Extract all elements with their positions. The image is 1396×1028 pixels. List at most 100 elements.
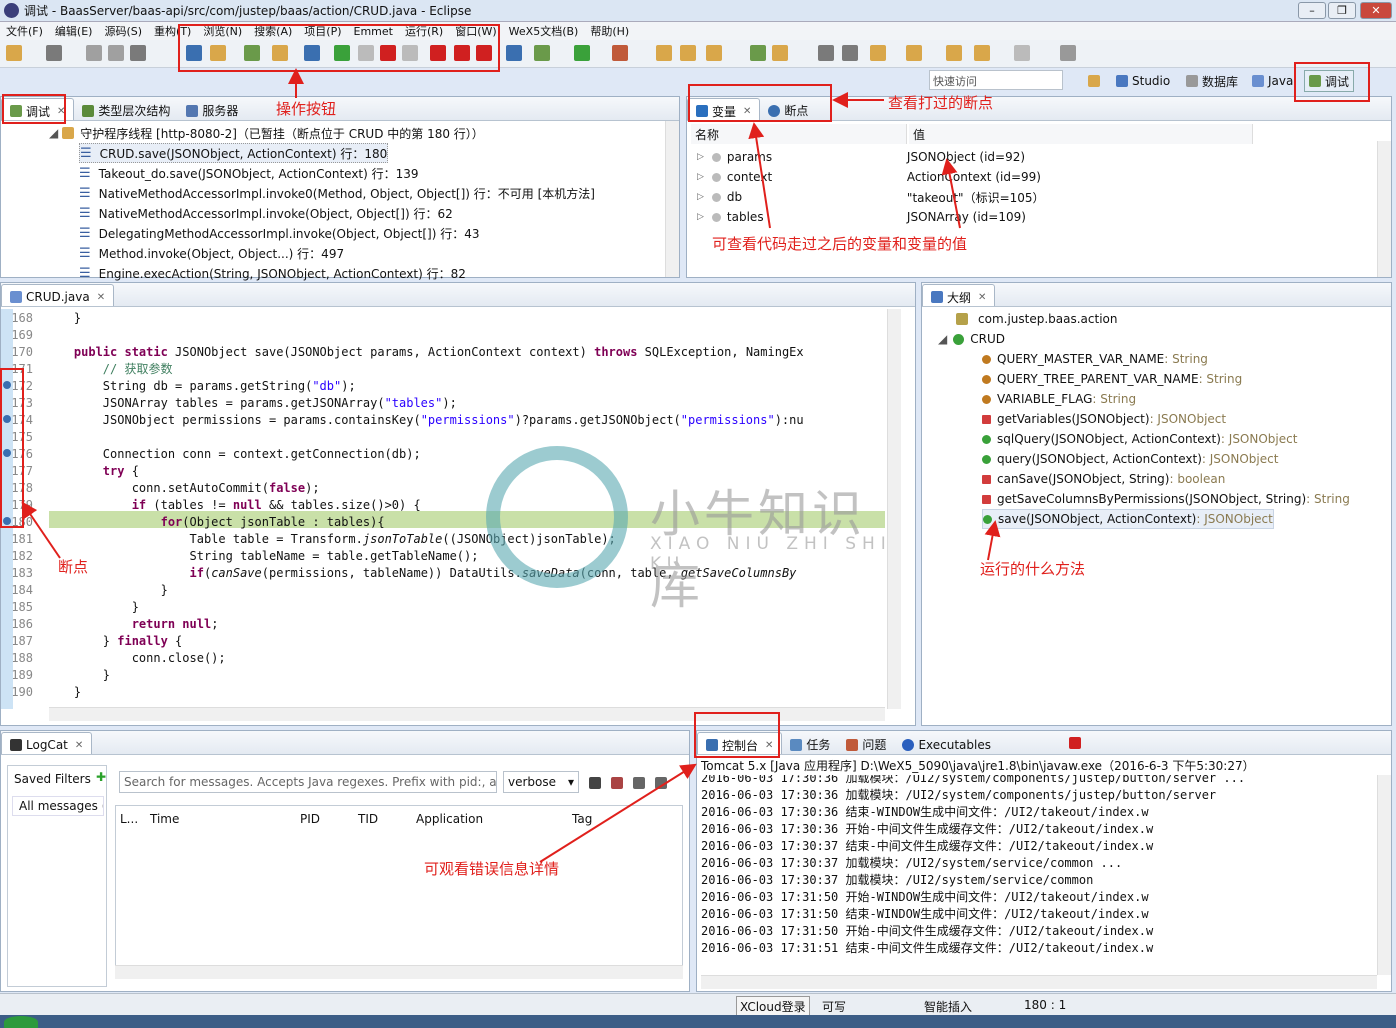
- class-node[interactable]: ◢ CRUD: [938, 329, 1005, 349]
- logcat-column-header[interactable]: Tag: [572, 812, 592, 826]
- code-line[interactable]: 180 for(Object jsonTable : tables){: [1, 513, 384, 530]
- stack-frame[interactable]: ☰ CRUD.save(JSONObject, ActionContext) 行：…: [79, 143, 389, 163]
- logcat-column-header[interactable]: L...: [120, 812, 138, 826]
- package-node[interactable]: com.justep.baas.action: [956, 309, 1117, 329]
- toolbar-button-icon[interactable]: [430, 45, 446, 61]
- console-vscroll[interactable]: [1377, 775, 1391, 975]
- outline-member[interactable]: QUERY_TREE_PARENT_VAR_NAME : String: [982, 369, 1242, 389]
- menu-item-3[interactable]: 重构(T): [148, 23, 197, 39]
- code-line[interactable]: 187 } finally {: [1, 632, 182, 649]
- code-line[interactable]: 179 if (tables != null && tables.size()>…: [1, 496, 420, 513]
- toolbar-button-icon[interactable]: [380, 45, 396, 61]
- toolbar-button-icon[interactable]: [244, 45, 260, 61]
- expand-icon[interactable]: ▷: [697, 192, 704, 202]
- toolbar-button-icon[interactable]: [946, 45, 962, 61]
- code-line[interactable]: 168 }: [1, 309, 81, 326]
- col-name-header[interactable]: 名称: [691, 124, 907, 144]
- add-filter-icon[interactable]: ✚: [96, 770, 106, 784]
- all-messages-filter[interactable]: All messages (: [12, 796, 104, 816]
- menu-item-10[interactable]: WeX5文档(B): [503, 23, 585, 39]
- outline-member[interactable]: getSaveColumnsByPermissions(JSONObject, …: [982, 489, 1350, 509]
- tab-console[interactable]: 控制台 ✕: [697, 732, 783, 754]
- xcloud-login-button[interactable]: XCloud登录: [736, 996, 810, 1017]
- close-icon[interactable]: ✕: [75, 740, 83, 751]
- tab-crud-java[interactable]: CRUD.java ✕: [1, 284, 115, 306]
- toolbar-button-icon[interactable]: [334, 45, 350, 61]
- close-icon[interactable]: ✕: [743, 106, 751, 117]
- menu-item-0[interactable]: 文件(F): [0, 23, 49, 39]
- toolbar-button-icon[interactable]: [1014, 45, 1030, 61]
- toolbar-button-icon[interactable]: [574, 45, 590, 61]
- minimize-button[interactable]: –: [1298, 2, 1326, 19]
- variable-row[interactable]: ▷ context ActionContext (id=99): [697, 167, 1377, 187]
- toolbar-button-icon[interactable]: [130, 45, 146, 61]
- toolbar-button-icon[interactable]: [46, 45, 62, 61]
- tab-type-hierarchy[interactable]: 类型层次结构: [74, 98, 178, 120]
- code-line[interactable]: 176 Connection conn = context.getConnect…: [1, 445, 420, 462]
- code-line[interactable]: 178 conn.setAutoCommit(false);: [1, 479, 319, 496]
- start-button[interactable]: [4, 1016, 38, 1028]
- breakpoint-marker-icon[interactable]: [3, 449, 11, 457]
- toolbar-button-icon[interactable]: [86, 45, 102, 61]
- log-level-select[interactable]: verbose ▾: [503, 771, 579, 793]
- toolbar-button-icon[interactable]: [612, 45, 628, 61]
- code-line[interactable]: 173 JSONArray tables = params.getJSONArr…: [1, 394, 457, 411]
- open-perspective-icon[interactable]: [1088, 70, 1100, 92]
- menu-item-2[interactable]: 源码(S): [98, 23, 148, 39]
- code-line[interactable]: 181 Table table = Transform.jsonToTable(…: [1, 530, 615, 547]
- toolbar-button-icon[interactable]: [506, 45, 522, 61]
- toolbar-button-icon[interactable]: [1060, 45, 1076, 61]
- code-line[interactable]: 184 }: [1, 581, 168, 598]
- close-button[interactable]: ✕: [1360, 2, 1392, 19]
- tab-debug[interactable]: 调试 ✕: [1, 98, 75, 120]
- logcat-column-header[interactable]: TID: [358, 812, 378, 826]
- code-line[interactable]: 190 }: [1, 683, 81, 700]
- variables-vscroll[interactable]: [1377, 141, 1391, 277]
- tab-executables[interactable]: Executables: [894, 732, 999, 754]
- toolbar-button-icon[interactable]: [750, 45, 766, 61]
- logcat-column-header[interactable]: Time: [150, 812, 179, 826]
- expand-icon[interactable]: ▷: [697, 152, 704, 162]
- outline-member[interactable]: VARIABLE_FLAG : String: [982, 389, 1136, 409]
- variable-row[interactable]: ▷ params JSONObject (id=92): [697, 147, 1377, 167]
- quick-access-input[interactable]: 快速访问: [929, 70, 1063, 90]
- tab-problems[interactable]: 问题: [838, 732, 894, 754]
- stack-frame[interactable]: ☰ Takeout_do.save(JSONObject, ActionConte…: [79, 163, 419, 183]
- outline-member[interactable]: QUERY_MASTER_VAR_NAME : String: [982, 349, 1208, 369]
- debug-vscroll[interactable]: [665, 121, 679, 277]
- close-icon[interactable]: ✕: [97, 292, 105, 303]
- logcat-column-header[interactable]: PID: [300, 812, 320, 826]
- code-line[interactable]: 172 String db = params.getString("db");: [1, 377, 355, 394]
- tab-tasks[interactable]: 任务: [782, 732, 838, 754]
- breakpoint-marker-icon[interactable]: [3, 415, 11, 423]
- stack-frame[interactable]: ☰ Engine.execAction(String, JSONObject, A…: [79, 263, 466, 283]
- toolbar-button-icon[interactable]: [210, 45, 226, 61]
- close-icon[interactable]: ✕: [978, 292, 986, 303]
- toolbar-button-icon[interactable]: [476, 45, 492, 61]
- logcat-column-header[interactable]: Application: [416, 812, 483, 826]
- editor-hscroll[interactable]: [49, 707, 885, 721]
- toolbar-button-icon[interactable]: [534, 45, 550, 61]
- logcat-hscroll[interactable]: [115, 965, 683, 979]
- code-line[interactable]: 169: [1, 326, 45, 343]
- code-line[interactable]: 170 public static JSONObject save(JSONOb…: [1, 343, 803, 360]
- toolbar-button-icon[interactable]: [656, 45, 672, 61]
- stack-frame[interactable]: ☰ NativeMethodAccessorImpl.invoke(Object,…: [79, 203, 453, 223]
- code-line[interactable]: 183 if(canSave(permissions, tableName)) …: [1, 564, 796, 581]
- menu-item-8[interactable]: 运行(R): [399, 23, 449, 39]
- code-line[interactable]: 171 // 获取参数: [1, 360, 172, 377]
- menu-item-5[interactable]: 搜索(A): [248, 23, 298, 39]
- stack-frame[interactable]: ☰ DelegatingMethodAccessorImpl.invoke(Obj…: [79, 223, 479, 243]
- code-line[interactable]: 188 conn.close();: [1, 649, 225, 666]
- close-icon[interactable]: ✕: [765, 740, 773, 751]
- scroll-lock-icon[interactable]: [655, 777, 667, 789]
- toolbar-button-icon[interactable]: [186, 45, 202, 61]
- toggle-panel-icon[interactable]: [633, 777, 645, 789]
- outline-member[interactable]: getVariables(JSONObject) : JSONObject: [982, 409, 1226, 429]
- toolbar-button-icon[interactable]: [818, 45, 834, 61]
- close-icon[interactable]: ✕: [57, 106, 65, 117]
- logcat-search-input[interactable]: Search for messages. Accepts Java regexe…: [119, 771, 497, 793]
- outline-member[interactable]: query(JSONObject, ActionContext) : JSONO…: [982, 449, 1278, 469]
- editor-vscroll[interactable]: [887, 309, 901, 709]
- perspective-debug[interactable]: 调试: [1304, 70, 1355, 92]
